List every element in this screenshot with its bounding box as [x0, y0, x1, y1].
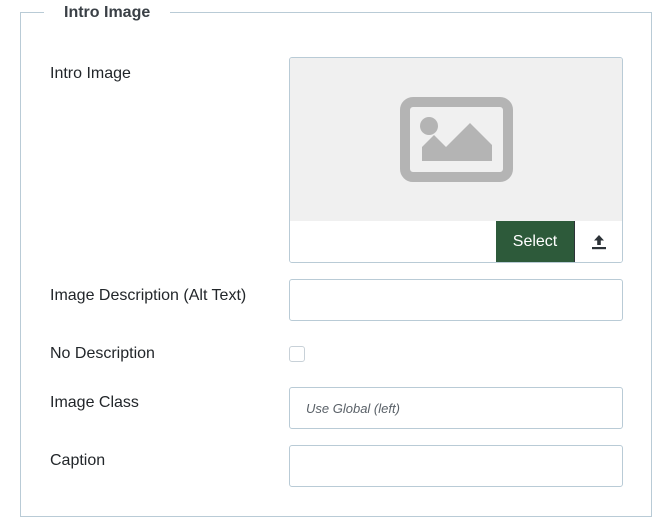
caption-input[interactable]	[289, 445, 623, 487]
image-class-input[interactable]	[289, 387, 623, 429]
image-path-input[interactable]	[290, 221, 496, 262]
image-placeholder-icon	[400, 97, 513, 182]
image-class-label: Image Class	[50, 394, 139, 411]
caption-label: Caption	[50, 452, 106, 469]
select-button[interactable]: Select	[496, 221, 574, 262]
image-description-input[interactable]	[289, 279, 623, 321]
fieldset-legend: Intro Image	[44, 2, 171, 24]
image-description-label: Image Description (Alt Text)	[50, 287, 247, 304]
upload-icon	[591, 234, 606, 249]
no-description-label: No Description	[50, 345, 155, 362]
intro-image-label: Intro Image	[50, 65, 131, 82]
upload-button[interactable]	[574, 221, 622, 262]
image-preview	[290, 58, 622, 221]
media-field: Select	[289, 57, 623, 263]
no-description-checkbox[interactable]	[289, 346, 305, 362]
